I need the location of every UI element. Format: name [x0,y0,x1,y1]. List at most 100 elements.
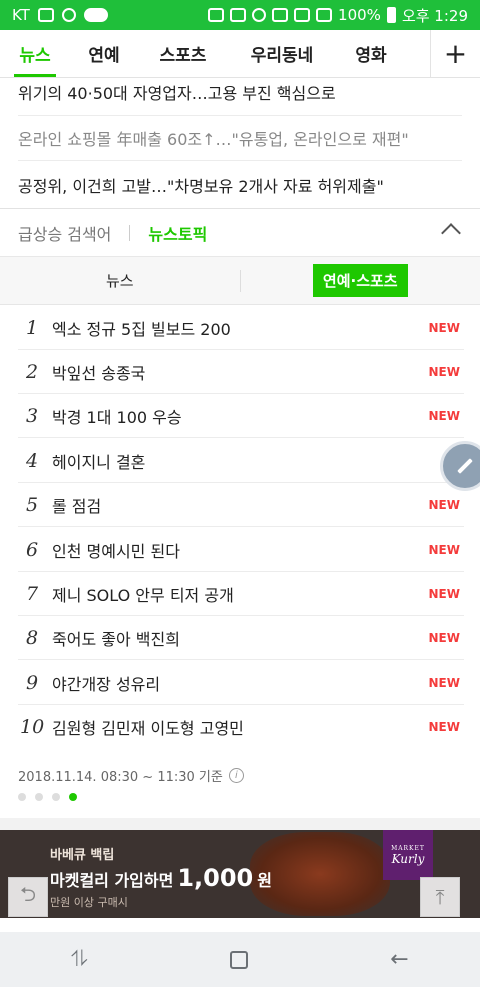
divider [18,115,462,116]
rank-number: 4 [26,449,39,472]
new-badge: NEW [428,720,460,734]
kurly-logo: MARKET Kurly [383,830,433,880]
list-item[interactable]: 5 롤 점검 NEW [18,483,464,527]
rank-number: 7 [26,582,39,605]
rank-number: 6 [26,538,39,561]
new-badge: NEW [428,675,460,690]
list-item[interactable]: 2 박잎선 송종국 NEW [18,350,464,394]
wifi-icon [294,8,311,22]
new-badge: NEW [428,630,460,645]
pencil-icon [457,458,473,474]
subtab-ent-sports[interactable]: 연예·스포츠 [241,264,480,297]
ad-unit: 원 [257,871,272,890]
add-tab-button[interactable]: + [430,30,480,77]
carrier-label: KT [12,6,30,24]
update-time: 2018.11.14. 08:30 ~ 11:30 기준 i [18,766,244,785]
headline-item[interactable]: 위기의 40·50대 자영업자…고용 부진 핵심으로 [18,80,462,104]
list-item[interactable]: 10 김원형 김민재 이도형 고영민 NEW [18,705,464,749]
tab-movie[interactable]: 영화 [336,30,406,77]
topic-header: 급상승 검색어 뉴스토픽 [0,209,480,257]
rank-keyword: 박잎선 송종국 [52,363,146,383]
page-dot-active[interactable] [69,793,77,801]
camera-icon [61,8,76,22]
page-dot[interactable] [35,793,43,801]
rank-keyword: 롤 점검 [52,496,102,516]
recent-apps-button[interactable]: ⥮ [71,947,87,972]
logo-small-text: MARKET [391,844,425,852]
rank-keyword: 박경 1대 100 우승 [52,407,182,427]
list-item[interactable]: 3 박경 1대 100 우승 NEW [18,394,464,438]
page-indicator [18,793,77,801]
share-icon: ⮌ [19,882,37,906]
subtab-news[interactable]: 뉴스 [0,270,240,291]
divider [18,160,462,161]
tab-sports[interactable]: 스포츠 [138,30,228,77]
list-item[interactable]: 8 죽어도 좋아 백진희 NEW [18,616,464,660]
tab-rising-search[interactable]: 급상승 검색어 [18,221,111,245]
topic-subtabs: 뉴스 연예·스포츠 [0,257,480,305]
new-badge: NEW [428,364,460,379]
system-nav-bar: ⥮ ← [0,932,480,987]
ad-headline: 마켓컬리 가입하면 1,000 원 [50,864,272,892]
tab-entertainment[interactable]: 연예 [70,30,138,77]
info-icon[interactable]: i [228,768,244,783]
list-item[interactable]: 1 엑소 정규 5집 빌보드 200 NEW [18,306,464,350]
rank-number: 3 [26,404,39,427]
home-button[interactable] [229,950,248,969]
rank-number: 1 [26,316,39,339]
chevron-up-icon[interactable] [441,223,461,243]
page-dot[interactable] [52,793,60,801]
list-item[interactable]: 7 제니 SOLO 안무 티저 공개 NEW [18,572,464,616]
new-badge: NEW [428,586,460,601]
rank-keyword: 제니 SOLO 안무 티저 공개 [52,585,234,605]
list-item[interactable]: 9 야간개장 성유리 NEW [18,661,464,705]
tab-news[interactable]: 뉴스 [0,30,70,77]
new-badge: NEW [428,408,460,423]
logo-text: Kurly [391,851,425,866]
rank-number: 9 [26,671,39,694]
section-tabs: 뉴스 연예 스포츠 우리동네 영화 + [0,30,480,78]
tab-news-topic[interactable]: 뉴스토픽 [148,221,207,245]
rank-number: 5 [26,493,39,516]
scroll-top-button[interactable]: ⤒ [420,877,460,917]
battery-icon [386,7,396,23]
hd-icon [272,8,289,22]
rank-number: 8 [26,626,39,649]
page-dot[interactable] [18,793,26,801]
new-badge: NEW [428,542,460,557]
section-spacer [0,818,480,830]
gallery-icon [37,8,54,22]
headline-item[interactable]: 공정위, 이건희 고발…"차명보유 2개사 자료 허위제출" [18,173,462,197]
rank-number: 2 [26,360,39,383]
bluetooth-icon [208,8,225,22]
signal-icon [316,8,333,22]
subtab-news-label: 뉴스 [105,272,134,290]
status-bar: KT 100% 오후 1:29 [0,0,480,30]
talk-icon [83,8,108,22]
rank-keyword: 엑소 정규 5집 빌보드 200 [52,319,231,339]
rank-number: 10 [20,716,45,738]
share-button[interactable]: ⮌ [8,877,48,917]
ad-banner[interactable]: 바베큐 백립 마켓컬리 가입하면 1,000 원 만원 이상 구매시 MARKE… [0,830,480,918]
ad-main-text: 마켓컬리 가입하면 [50,871,174,890]
rank-keyword: 죽어도 좋아 백진희 [52,629,180,649]
mute-icon [230,8,247,22]
ad-subtext: 만원 이상 구매시 [50,896,128,909]
divider [129,224,131,241]
clock: 오후 1:29 [401,6,468,25]
list-item[interactable]: 4 헤이지니 결혼 [18,439,464,483]
headline-item[interactable]: 온라인 쇼핑몰 年매출 60조↑…"유통업, 온라인으로 재편" [18,126,462,150]
rank-keyword: 인천 명예시민 된다 [52,541,180,561]
subtab-ent-sports-label: 연예·스포츠 [312,264,408,297]
ad-amount: 1,000 [177,864,254,892]
back-button[interactable]: ← [390,947,408,972]
rank-keyword: 헤이지니 결혼 [52,452,146,472]
battery-percent: 100% [338,6,381,24]
new-badge: NEW [428,320,460,335]
new-badge: NEW [428,497,460,512]
rank-keyword: 김원형 김민재 이도형 고영민 [52,719,244,738]
alarm-icon [252,8,267,22]
arrow-up-icon: ⤒ [435,885,445,909]
list-item[interactable]: 6 인천 명예시민 된다 NEW [18,528,464,572]
tab-neighborhood[interactable]: 우리동네 [228,30,336,77]
